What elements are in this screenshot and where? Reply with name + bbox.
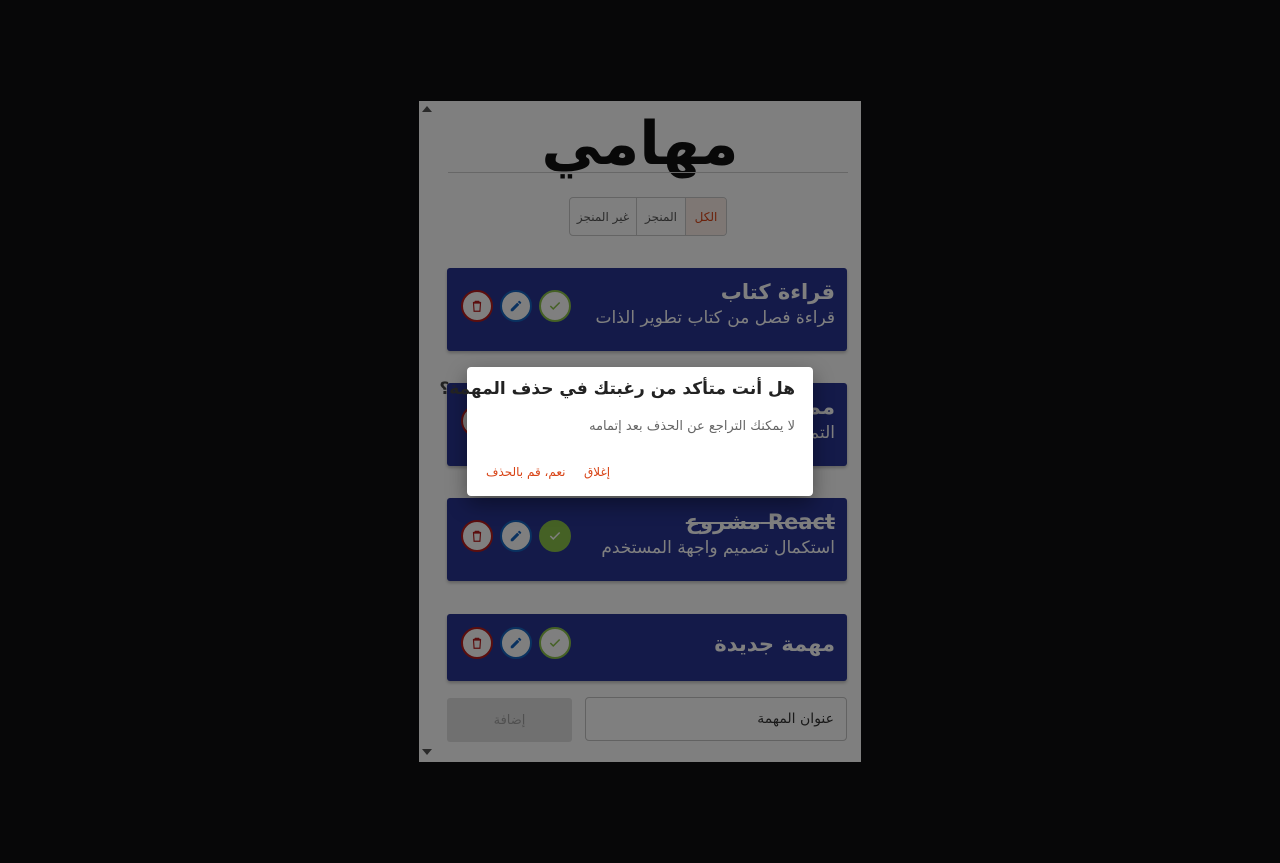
delete-confirm-dialog: هل أنت متأكد من رغبتك في حذف المهمة؟ لا … (439, 367, 813, 496)
dialog-title: هل أنت متأكد من رغبتك في حذف المهمة؟ (439, 379, 795, 399)
dialog-message: لا يمكنك التراجع عن الحذف بعد إتمامه (589, 419, 795, 434)
dialog-confirm-delete-button[interactable]: نعم، قم بالحذف (486, 465, 565, 479)
dialog-close-button[interactable]: إغلاق (584, 465, 610, 479)
